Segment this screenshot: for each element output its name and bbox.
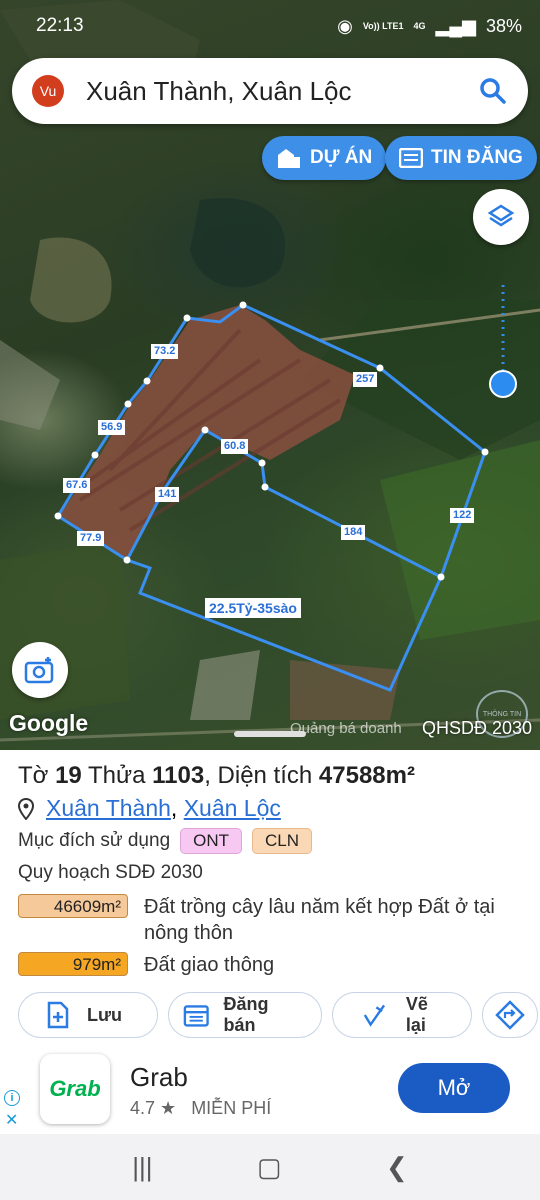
ad-price: MIỄN PHÍ bbox=[191, 1098, 272, 1118]
search-icon[interactable] bbox=[478, 76, 508, 106]
parcel-location: Xuân Thành, Xuân Lộc bbox=[18, 795, 281, 822]
listings-label: TIN ĐĂNG bbox=[431, 147, 523, 168]
edge-label: 60.8 bbox=[221, 439, 249, 454]
search-input[interactable]: Xuân Thành, Xuân Lộc bbox=[86, 76, 478, 107]
district-link[interactable]: Xuân Lộc bbox=[184, 795, 281, 821]
ad-open-button[interactable]: Mở bbox=[398, 1063, 510, 1113]
purpose-tag[interactable]: ONT bbox=[180, 828, 243, 854]
plan-label: Quy hoạch SDĐ 2030 bbox=[18, 862, 203, 883]
zone-row: 979m² Đất giao thông bbox=[18, 952, 514, 978]
home-icon[interactable]: ▢ bbox=[257, 1152, 282, 1183]
avatar[interactable]: Vu bbox=[32, 75, 64, 107]
listing-icon bbox=[399, 148, 423, 168]
edge-label: 73.2 bbox=[151, 344, 179, 359]
save-button[interactable]: Lưu bbox=[18, 992, 158, 1038]
edge-label: 56.9 bbox=[98, 420, 126, 435]
projects-label: DỰ ÁN bbox=[310, 147, 373, 168]
calendar-icon bbox=[183, 1005, 209, 1027]
back-icon[interactable]: ❮ bbox=[386, 1152, 408, 1183]
battery-level: 38% bbox=[485, 15, 522, 36]
ad-title[interactable]: Grab bbox=[130, 1062, 188, 1093]
drag-handle[interactable] bbox=[234, 731, 306, 737]
parcel-title: Tờ 19 Thửa 1103, Diện tích 47588m² bbox=[18, 762, 415, 789]
plan-layer-label: QHSDĐ 2030 bbox=[422, 718, 533, 738]
ad-info-icon[interactable]: i bbox=[4, 1090, 20, 1106]
post-sale-label: Đăng bán bbox=[223, 994, 269, 1035]
directions-button[interactable] bbox=[482, 992, 538, 1038]
add-file-icon bbox=[47, 1001, 69, 1029]
zone-row: 46609m² Đất trồng cây lâu năm kết hợp Đấ… bbox=[18, 894, 514, 946]
signal-icon: ▂▄▆ bbox=[435, 15, 476, 36]
redraw-icon bbox=[363, 1004, 386, 1027]
land-use-purpose: Mục đích sử dụng ONT CLN bbox=[18, 828, 313, 854]
edge-label: 77.9 bbox=[77, 531, 105, 546]
ad-logo[interactable]: Grab bbox=[40, 1054, 110, 1124]
edge-label: 184 bbox=[341, 525, 366, 540]
edge-label: 67.6 bbox=[63, 478, 91, 493]
edge-label: 122 bbox=[450, 508, 475, 523]
volte-indicator: Vo)) LTE1 bbox=[362, 20, 404, 31]
search-bar[interactable]: Vu Xuân Thành, Xuân Lộc bbox=[12, 58, 528, 124]
redraw-button[interactable]: Vẽ lại bbox=[332, 992, 472, 1038]
layers-icon bbox=[487, 204, 515, 227]
my-location-marker[interactable] bbox=[489, 370, 517, 398]
ad-rating: 4.7 ★ bbox=[130, 1098, 177, 1118]
save-label: Lưu bbox=[87, 1004, 123, 1025]
recents-icon[interactable]: ||| bbox=[132, 1152, 152, 1183]
network-indicator: 4G bbox=[413, 20, 426, 31]
post-sale-button[interactable]: Đăng bán bbox=[168, 992, 322, 1038]
action-bar: Lưu Đăng bán Vẽ lại bbox=[18, 992, 538, 1038]
pin-icon bbox=[18, 797, 34, 820]
ad-subtitle: 4.7 ★ MIỄN PHÍ bbox=[130, 1098, 271, 1119]
location-icon: ◉ bbox=[337, 15, 353, 36]
zone-description: Đất trồng cây lâu năm kết hợp Đất ở tại … bbox=[144, 896, 495, 944]
projects-button[interactable]: DỰ ÁN bbox=[262, 136, 387, 180]
layers-button[interactable] bbox=[473, 189, 529, 245]
ad-close-icon[interactable]: ✕ bbox=[5, 1110, 18, 1130]
edge-label: 257 bbox=[353, 372, 378, 387]
parcel-price-label: 22.5Tỷ-35sào bbox=[205, 598, 301, 618]
zone-area: 979m² bbox=[18, 952, 128, 976]
directions-icon bbox=[495, 1000, 525, 1030]
listings-button[interactable]: TIN ĐĂNG bbox=[385, 136, 537, 180]
clock: 22:13 bbox=[36, 15, 84, 36]
purpose-label: Mục đích sử dụng bbox=[18, 830, 171, 851]
promo-text: Quảng bá doanh bbox=[290, 720, 402, 737]
building-icon bbox=[278, 149, 300, 168]
zone-description: Đất giao thông bbox=[144, 954, 275, 976]
system-nav-bar: ||| ▢ ❮ bbox=[0, 1134, 540, 1200]
purpose-tag[interactable]: CLN bbox=[252, 828, 313, 854]
camera-button[interactable] bbox=[12, 642, 68, 698]
edge-label: 141 bbox=[155, 487, 180, 502]
redraw-label: Vẽ lại bbox=[405, 994, 428, 1035]
google-logo: Google bbox=[9, 710, 89, 736]
commune-link[interactable]: Xuân Thành bbox=[46, 795, 171, 821]
zone-area: 46609m² bbox=[18, 894, 128, 918]
status-bar: 22:13 ◉ Vo)) LTE1 4G ▂▄▆ 38% bbox=[0, 0, 540, 52]
camera-icon bbox=[24, 657, 54, 684]
